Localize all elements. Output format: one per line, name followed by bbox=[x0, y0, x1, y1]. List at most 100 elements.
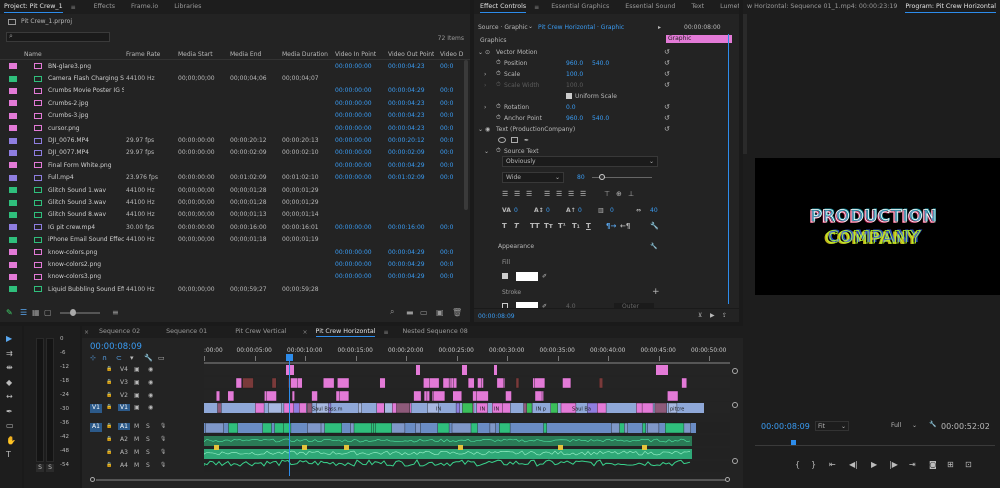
list-item[interactable]: Final Form White.png 00:00:00:00 00:00:04:… bbox=[0, 159, 462, 171]
track-label[interactable]: A2 bbox=[118, 436, 130, 443]
clip-graphic[interactable] bbox=[215, 390, 220, 402]
tab-nested-sequence-08[interactable]: Nested Sequence 08 bbox=[388, 326, 475, 338]
clip-audio-long[interactable] bbox=[204, 449, 692, 459]
tab-lumetri[interactable]: Lumetri C bbox=[712, 0, 739, 14]
tab-source-monitor[interactable]: w Horizontal: Sequence 01_1.mp4: 00:00:2… bbox=[743, 0, 901, 14]
font-select[interactable]: Obviously ⌄ bbox=[502, 156, 658, 167]
label-color-chip[interactable] bbox=[9, 236, 17, 243]
fx-badge[interactable] bbox=[558, 445, 563, 450]
item-in[interactable]: 00:00:00:00 bbox=[335, 63, 385, 70]
solo-button[interactable]: S bbox=[146, 449, 150, 456]
col-media-end[interactable]: Media End bbox=[230, 51, 261, 58]
label-color-chip[interactable] bbox=[9, 125, 17, 132]
camera-icon[interactable]: ◙ bbox=[929, 460, 937, 469]
track-label[interactable]: V2 bbox=[118, 392, 130, 399]
fx-badge[interactable] bbox=[458, 445, 463, 450]
mic-icon[interactable]: 🎙 bbox=[160, 462, 166, 468]
fx-badge[interactable] bbox=[344, 445, 349, 450]
pen-icon[interactable]: ✒ bbox=[6, 407, 13, 416]
selection-tool-icon[interactable]: ▶ bbox=[6, 334, 12, 343]
item-out[interactable]: 00:00:02:09 bbox=[388, 149, 438, 156]
mark-out-icon[interactable]: } bbox=[811, 460, 816, 469]
stopwatch-icon[interactable]: ⏱ bbox=[496, 103, 501, 111]
item-in[interactable]: 00:00:00:00 bbox=[335, 273, 385, 280]
clip-video[interactable] bbox=[376, 402, 385, 414]
clip-graphic[interactable] bbox=[442, 377, 450, 389]
col-frame-rate[interactable]: Frame Rate bbox=[126, 51, 160, 58]
playhead-marker[interactable] bbox=[791, 440, 796, 445]
linked-selection-icon[interactable]: ⊂ bbox=[116, 354, 122, 362]
chevron-down-icon[interactable]: ⌄ bbox=[528, 23, 533, 30]
tab-pit-crew-horizontal[interactable]: Pit Crew Horizontal bbox=[308, 326, 384, 338]
solo-left-button[interactable]: S bbox=[36, 464, 44, 472]
playhead-line[interactable] bbox=[289, 354, 290, 476]
item-in[interactable]: 00:00:00:00 bbox=[335, 125, 385, 132]
list-item[interactable]: Camera Flash Charging Soun44100 Hz 00;00;… bbox=[0, 72, 462, 84]
item-in[interactable]: 00:00:00:00 bbox=[335, 137, 385, 144]
chevron-down-icon[interactable]: ⌄ bbox=[478, 126, 483, 133]
clip-video[interactable] bbox=[462, 402, 473, 414]
close-icon[interactable]: × bbox=[295, 329, 308, 336]
clip-graphic[interactable] bbox=[227, 390, 235, 402]
type-tool-icon[interactable]: T bbox=[6, 450, 11, 459]
anchor-x[interactable]: 960.0 bbox=[566, 115, 583, 122]
item-out[interactable]: 00:00:04:23 bbox=[388, 100, 438, 107]
tab-pit-crew-vertical[interactable]: Pit Crew Vertical bbox=[215, 326, 294, 338]
clip-graphic[interactable] bbox=[379, 377, 386, 389]
menu-icon[interactable]: ≡ bbox=[71, 4, 76, 11]
reset-icon[interactable]: ↺ bbox=[664, 59, 670, 67]
wrench-icon[interactable]: 🔧 bbox=[929, 421, 936, 428]
clip-graphic[interactable] bbox=[311, 390, 318, 402]
item-out[interactable]: 00:00:20:12 bbox=[388, 137, 438, 144]
freeform-view-icon[interactable]: ▢ bbox=[44, 308, 52, 317]
wrench-icon[interactable]: 🔧 bbox=[650, 243, 657, 250]
label-color-chip[interactable] bbox=[9, 100, 17, 107]
clip-audio[interactable] bbox=[228, 422, 239, 434]
lock-icon[interactable]: 🔒 bbox=[106, 392, 112, 398]
new-item-icon[interactable]: ▣ bbox=[436, 308, 444, 317]
item-in[interactable]: 00:00:00:00 bbox=[335, 112, 385, 119]
label-color-chip[interactable] bbox=[9, 174, 17, 181]
subscript-icon[interactable]: T₁ bbox=[572, 222, 580, 230]
source-patch-a1[interactable]: A1 bbox=[90, 423, 102, 432]
clip-audio[interactable] bbox=[543, 422, 547, 434]
step-back-icon[interactable]: ◀| bbox=[849, 460, 858, 469]
eye-icon[interactable]: ◉ bbox=[148, 366, 153, 373]
list-item[interactable]: Liquid Bubbling Sound Effec 44100 Hz 00;00… bbox=[0, 283, 462, 294]
justify-center-icon[interactable]: ☰ bbox=[556, 190, 562, 198]
font-size-handle[interactable] bbox=[599, 174, 605, 180]
label-color-chip[interactable] bbox=[9, 224, 17, 231]
superscript-icon[interactable]: T¹ bbox=[558, 222, 566, 230]
clip-audio[interactable] bbox=[262, 422, 272, 434]
label-color-chip[interactable] bbox=[9, 162, 17, 169]
zoom-slider[interactable] bbox=[60, 312, 100, 314]
clip-graphic[interactable] bbox=[450, 377, 454, 389]
list-view-icon[interactable]: ☰ bbox=[20, 308, 27, 317]
stopwatch-icon[interactable]: ⏱ bbox=[496, 59, 501, 67]
clip-audio[interactable] bbox=[665, 422, 685, 434]
col-video-d[interactable]: Video D bbox=[440, 51, 463, 58]
item-out[interactable]: 00:00:04:29 bbox=[388, 261, 438, 268]
list-item[interactable]: DJI_0077.MP4 29.97 fps 00:00:00:00 00:00:02… bbox=[0, 147, 462, 159]
tab-sequence-02[interactable]: Sequence 02 bbox=[91, 326, 148, 338]
play-only-icon[interactable]: ▶ bbox=[710, 312, 715, 319]
label-color-chip[interactable] bbox=[9, 87, 17, 94]
align-left-icon[interactable]: ☰ bbox=[502, 190, 508, 198]
track-label[interactable]: V1 bbox=[118, 404, 130, 411]
add-marker-icon[interactable]: ▾ bbox=[130, 354, 134, 362]
label-color-chip[interactable] bbox=[9, 112, 17, 119]
justify-all-icon[interactable]: ☰ bbox=[580, 190, 586, 198]
clip-video[interactable] bbox=[550, 402, 558, 414]
list-item[interactable]: Glitch Sound 8.wav 44100 Hz 00;00;00;00 00;… bbox=[0, 209, 462, 221]
track-label[interactable]: A4 bbox=[118, 462, 130, 469]
clip-graphic[interactable] bbox=[423, 390, 428, 402]
clip-audio[interactable] bbox=[274, 422, 284, 434]
mute-button[interactable]: M bbox=[134, 462, 139, 469]
snap-icon[interactable]: ∩ bbox=[102, 354, 107, 362]
playhead-head[interactable] bbox=[286, 354, 293, 361]
label-color-chip[interactable] bbox=[9, 75, 17, 82]
list-item[interactable]: know-colors3.png 00:00:00:00 00:00:04:29 00… bbox=[0, 271, 462, 283]
col-media-duration[interactable]: Media Duration bbox=[282, 51, 328, 58]
lock-icon[interactable]: 🔒 bbox=[106, 404, 112, 410]
tab-project[interactable]: Project: Pit Crew_1 bbox=[0, 0, 71, 14]
